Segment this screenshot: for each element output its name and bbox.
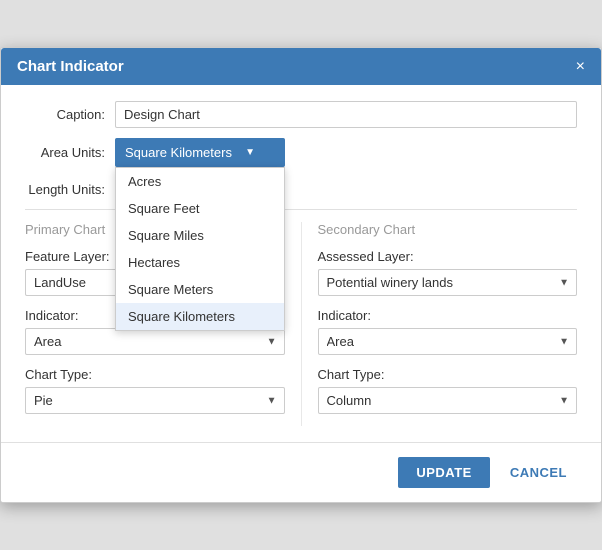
caption-row: Caption: (25, 101, 577, 128)
length-units-row: Length Units: (25, 177, 577, 197)
caption-label: Caption: (25, 107, 115, 122)
primary-indicator-select[interactable]: Area (25, 328, 285, 355)
assessed-layer-group: Assessed Layer: Potential winery lands (318, 249, 578, 296)
primary-chart-type-select[interactable]: Pie (25, 387, 285, 414)
assessed-layer-label: Assessed Layer: (318, 249, 578, 264)
secondary-indicator-label: Indicator: (318, 308, 578, 323)
primary-indicator-select-wrapper: Area (25, 328, 285, 355)
area-units-row: Area Units: Square Kilometers ▼ Acres Sq… (25, 138, 577, 167)
area-units-label: Area Units: (25, 145, 115, 160)
secondary-chart-title: Secondary Chart (318, 222, 578, 237)
secondary-indicator-group: Indicator: Area (318, 308, 578, 355)
dialog-body: Caption: Area Units: Square Kilometers ▼… (1, 85, 601, 426)
section-divider (25, 209, 577, 210)
area-units-button[interactable]: Square Kilometers ▼ (115, 138, 285, 167)
length-units-label: Length Units: (25, 177, 115, 197)
dropdown-arrow-icon: ▼ (245, 147, 255, 158)
assessed-layer-select[interactable]: Potential winery lands (318, 269, 578, 296)
secondary-indicator-select-wrapper: Area (318, 328, 578, 355)
primary-chart-type-group: Chart Type: Pie (25, 367, 285, 414)
option-hectares[interactable]: Hectares (116, 249, 284, 276)
dialog-title: Chart Indicator (17, 58, 124, 75)
dialog-footer: UPDATE CANCEL (1, 442, 601, 502)
primary-chart-type-label: Chart Type: (25, 367, 285, 382)
close-button[interactable]: × (576, 59, 585, 75)
area-units-selected-value: Square Kilometers (125, 145, 232, 160)
area-units-popup: Acres Square Feet Square Miles Hectares … (115, 167, 285, 331)
secondary-chart-type-select-wrapper: Column (318, 387, 578, 414)
primary-chart-type-select-wrapper: Pie (25, 387, 285, 414)
dialog-header: Chart Indicator × (1, 48, 601, 85)
secondary-chart-type-label: Chart Type: (318, 367, 578, 382)
secondary-chart-type-group: Chart Type: Column (318, 367, 578, 414)
update-button[interactable]: UPDATE (398, 457, 489, 488)
assessed-layer-select-wrapper: Potential winery lands (318, 269, 578, 296)
secondary-chart-column: Secondary Chart Assessed Layer: Potentia… (302, 222, 578, 426)
chart-indicator-dialog: Chart Indicator × Caption: Area Units: S… (0, 47, 602, 503)
caption-input[interactable] (115, 101, 577, 128)
option-acres[interactable]: Acres (116, 168, 284, 195)
cancel-button[interactable]: CANCEL (500, 457, 577, 488)
option-square-miles[interactable]: Square Miles (116, 222, 284, 249)
charts-row: Primary Chart Feature Layer: LandUse Ind… (25, 222, 577, 426)
option-square-meters[interactable]: Square Meters (116, 276, 284, 303)
option-square-kilometers[interactable]: Square Kilometers (116, 303, 284, 330)
secondary-indicator-select[interactable]: Area (318, 328, 578, 355)
option-square-feet[interactable]: Square Feet (116, 195, 284, 222)
secondary-chart-type-select[interactable]: Column (318, 387, 578, 414)
area-units-dropdown[interactable]: Square Kilometers ▼ Acres Square Feet Sq… (115, 138, 285, 167)
